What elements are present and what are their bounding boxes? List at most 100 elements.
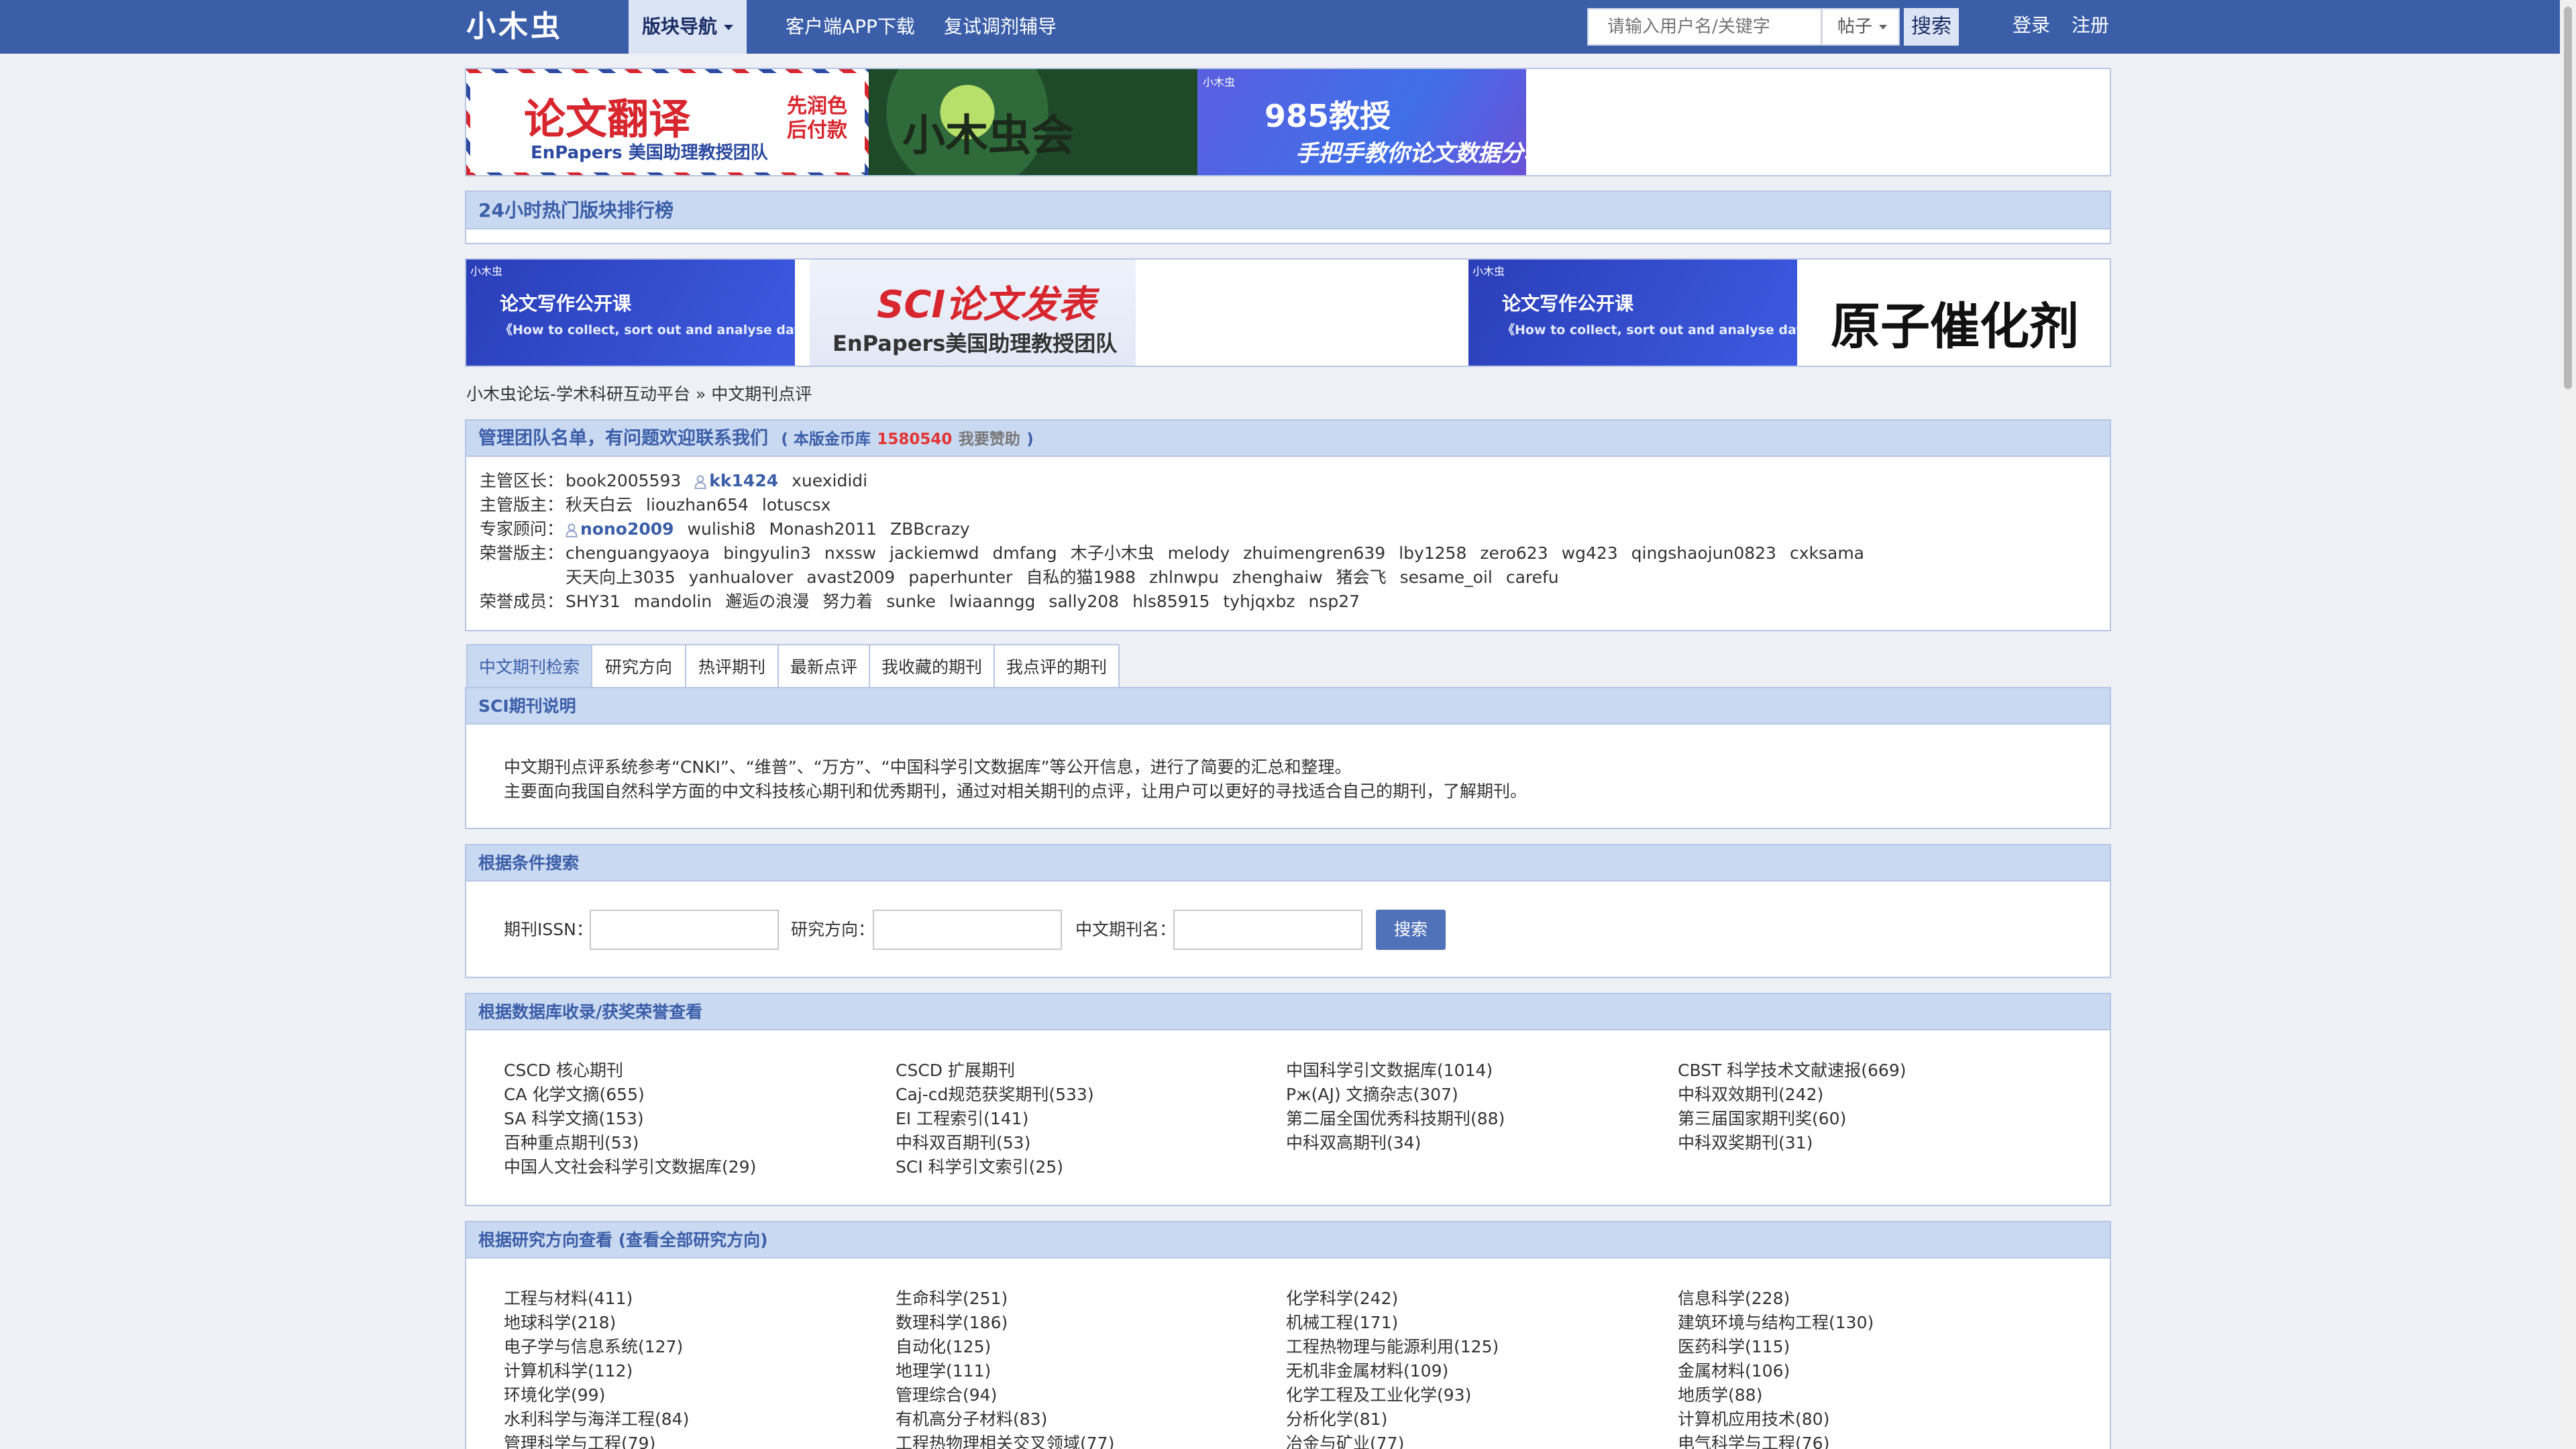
team-member-link[interactable]: yanhualover bbox=[689, 566, 794, 590]
ad-writing-course-1[interactable]: 小木虫 论文写作公开课 《How to collect, sort out an… bbox=[466, 260, 795, 366]
team-member-link[interactable]: carefu bbox=[1506, 566, 1559, 590]
team-member-link[interactable]: 天天向上3035 bbox=[566, 566, 676, 590]
category-link[interactable]: 工程与材料(411) bbox=[504, 1285, 633, 1309]
breadcrumb-current[interactable]: 中文期刊点评 bbox=[711, 384, 812, 404]
team-member-link[interactable]: lotuscsx bbox=[762, 493, 830, 517]
category-link[interactable]: Рж(AJ) 文摘杂志(307) bbox=[1286, 1081, 1458, 1106]
category-link[interactable]: 化学工程及工业化学(93) bbox=[1286, 1382, 1471, 1406]
category-link[interactable]: Caj-cd规范获奖期刊(533) bbox=[896, 1081, 1094, 1106]
category-link[interactable]: 中科双奖期刊(31) bbox=[1678, 1130, 1813, 1154]
category-link[interactable]: 管理科学与工程(79) bbox=[504, 1430, 655, 1449]
category-link[interactable]: 第三届国家期刊奖(60) bbox=[1678, 1106, 1846, 1130]
team-member-link[interactable]: 自私的猫1988 bbox=[1026, 566, 1136, 590]
category-link[interactable]: 管理综合(94) bbox=[896, 1382, 997, 1406]
team-member-link[interactable]: melody bbox=[1168, 541, 1230, 566]
direction-input[interactable] bbox=[873, 910, 1062, 950]
team-member-link[interactable]: zhuimengren639 bbox=[1243, 541, 1385, 566]
ad-paper-translation[interactable]: 论文翻译 先润色 后付款 EnPapers 美国助理教授团队 bbox=[466, 69, 869, 175]
category-link[interactable]: 中科双高期刊(34) bbox=[1286, 1130, 1421, 1154]
team-member-link[interactable]: lby1258 bbox=[1399, 541, 1466, 566]
category-link[interactable]: 计算机应用技术(80) bbox=[1678, 1406, 1829, 1430]
category-link[interactable]: 百种重点期刊(53) bbox=[504, 1130, 639, 1154]
breadcrumb-home[interactable]: 小木虫论坛-学术科研互动平台 bbox=[466, 384, 690, 404]
team-member-link[interactable]: cxksama bbox=[1790, 541, 1864, 566]
login-link[interactable]: 登录 bbox=[2012, 0, 2050, 51]
category-link[interactable]: 地球科学(218) bbox=[504, 1309, 616, 1334]
category-link[interactable]: 有机高分子材料(83) bbox=[896, 1406, 1047, 1430]
category-link[interactable]: 计算机科学(112) bbox=[504, 1358, 633, 1382]
team-member-link[interactable]: nxssw bbox=[824, 541, 876, 566]
journal-name-input[interactable] bbox=[1173, 910, 1362, 950]
category-link[interactable]: SA 科学文摘(153) bbox=[504, 1106, 644, 1130]
team-member-link[interactable]: nsp27 bbox=[1308, 590, 1360, 614]
category-link[interactable]: 冶金与矿业(77) bbox=[1286, 1430, 1404, 1449]
nav-board-guide[interactable]: 版块导航 bbox=[629, 0, 747, 54]
category-link[interactable]: 无机非金属材料(109) bbox=[1286, 1358, 1448, 1382]
category-link[interactable]: 环境化学(99) bbox=[504, 1382, 605, 1406]
site-logo[interactable]: 小木虫 bbox=[466, 9, 607, 44]
category-link[interactable]: CSCD 核心期刊 bbox=[504, 1057, 623, 1081]
team-member-link[interactable]: nono2009 bbox=[566, 517, 674, 541]
team-member-link[interactable]: 努力着 bbox=[822, 590, 873, 614]
team-member-link[interactable]: mandolin bbox=[634, 590, 712, 614]
team-member-link[interactable]: sunke bbox=[886, 590, 936, 614]
category-link[interactable]: CSCD 扩展期刊 bbox=[896, 1057, 1015, 1081]
team-member-link[interactable]: qingshaojun0823 bbox=[1631, 541, 1776, 566]
team-member-link[interactable]: hls85915 bbox=[1132, 590, 1210, 614]
category-link[interactable]: SCI 科学引文索引(25) bbox=[896, 1154, 1063, 1178]
team-member-link[interactable]: bingyulin3 bbox=[723, 541, 811, 566]
search-input[interactable] bbox=[1589, 9, 1823, 44]
team-member-link[interactable]: paperhunter bbox=[908, 566, 1012, 590]
team-member-link[interactable]: avast2009 bbox=[806, 566, 895, 590]
team-member-link[interactable]: chenguangyaoya bbox=[566, 541, 710, 566]
team-member-link[interactable]: Monash2011 bbox=[769, 517, 877, 541]
team-member-link[interactable]: jackiemwd bbox=[890, 541, 979, 566]
category-link[interactable]: EI 工程索引(141) bbox=[896, 1106, 1028, 1130]
team-member-link[interactable]: 猪会飞 bbox=[1336, 566, 1387, 590]
team-member-link[interactable]: SHY31 bbox=[566, 590, 621, 614]
team-member-link[interactable]: zhenghaiw bbox=[1232, 566, 1323, 590]
team-member-link[interactable]: sesame_oil bbox=[1400, 566, 1493, 590]
team-member-link[interactable]: kk1424 bbox=[694, 469, 778, 493]
category-link[interactable]: 地质学(88) bbox=[1678, 1382, 1762, 1406]
team-member-link[interactable]: 秋天白云 bbox=[566, 493, 633, 517]
team-member-link[interactable]: sally208 bbox=[1049, 590, 1119, 614]
team-member-link[interactable]: 邂逅の浪漫 bbox=[725, 590, 809, 614]
team-member-link[interactable]: liouzhan654 bbox=[646, 493, 749, 517]
category-link[interactable]: 金属材料(106) bbox=[1678, 1358, 1790, 1382]
sponsor-link[interactable]: 我要赞助 bbox=[959, 431, 1020, 448]
category-link[interactable]: 数理科学(186) bbox=[896, 1309, 1008, 1334]
category-link[interactable]: 水利科学与海洋工程(84) bbox=[504, 1406, 689, 1430]
team-member-link[interactable]: wulishi8 bbox=[688, 517, 756, 541]
category-link[interactable]: 第二届全国优秀科技期刊(88) bbox=[1286, 1106, 1505, 1130]
tab-item[interactable]: 热评期刊 bbox=[685, 644, 779, 688]
category-link[interactable]: 地理学(111) bbox=[896, 1358, 991, 1382]
category-link[interactable]: 自动化(125) bbox=[896, 1334, 991, 1358]
tab-item[interactable]: 中文期刊检索 bbox=[466, 644, 592, 688]
team-member-link[interactable]: zero623 bbox=[1480, 541, 1548, 566]
dir-section-title[interactable]: 根据研究方向查看 (查看全部研究方向) bbox=[466, 1222, 2110, 1258]
issn-input[interactable] bbox=[590, 910, 779, 950]
category-link[interactable]: 生命科学(251) bbox=[896, 1285, 1008, 1309]
category-link[interactable]: 机械工程(171) bbox=[1286, 1309, 1398, 1334]
team-member-link[interactable]: lwiaanngg bbox=[949, 590, 1035, 614]
category-link[interactable]: CBST 科学技术文献速报(669) bbox=[1678, 1057, 1906, 1081]
team-member-link[interactable]: zhlnwpu bbox=[1149, 566, 1219, 590]
category-link[interactable]: 信息科学(228) bbox=[1678, 1285, 1790, 1309]
team-member-link[interactable]: tyhjqxbz bbox=[1223, 590, 1295, 614]
ad-sci-publish[interactable]: SCI论文发表 EnPapers美国助理教授团队 bbox=[810, 260, 1136, 366]
category-link[interactable]: 工程热物理相关交叉领域(77) bbox=[896, 1430, 1114, 1449]
team-member-link[interactable]: 木子小木虫 bbox=[1071, 541, 1155, 566]
category-link[interactable]: 工程热物理与能源利用(125) bbox=[1286, 1334, 1499, 1358]
team-member-link[interactable]: book2005593 bbox=[566, 469, 681, 493]
category-link[interactable]: 化学科学(242) bbox=[1286, 1285, 1398, 1309]
category-link[interactable]: 分析化学(81) bbox=[1286, 1406, 1387, 1430]
category-link[interactable]: 电气科学与工程(76) bbox=[1678, 1430, 1829, 1449]
category-link[interactable]: 中国科学引文数据库(1014) bbox=[1286, 1057, 1493, 1081]
category-link[interactable]: 建筑环境与结构工程(130) bbox=[1678, 1309, 1874, 1334]
category-link[interactable]: 医药科学(115) bbox=[1678, 1334, 1790, 1358]
scrollbar-thumb[interactable] bbox=[2564, 7, 2572, 389]
category-link[interactable]: 中科双百期刊(53) bbox=[896, 1130, 1030, 1154]
team-member-link[interactable]: dmfang bbox=[993, 541, 1057, 566]
team-member-link[interactable]: ZBBcrazy bbox=[890, 517, 970, 541]
